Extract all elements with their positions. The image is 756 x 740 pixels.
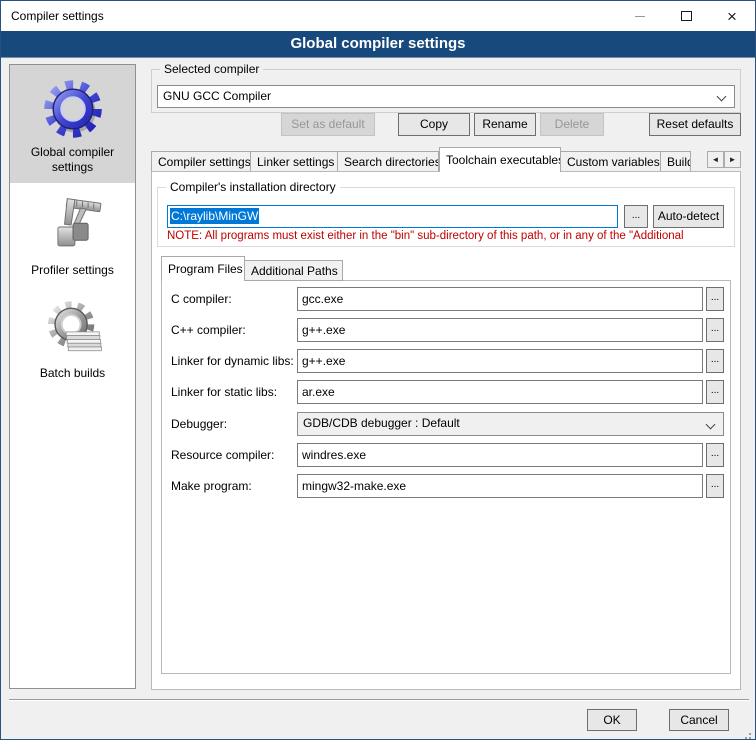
arrow-left-icon: ◄ <box>712 155 720 164</box>
sidebar-item-label: Profiler settings <box>12 263 133 278</box>
cancel-button[interactable]: Cancel <box>669 709 729 731</box>
rename-button[interactable]: Rename <box>474 113 536 136</box>
autodetect-button[interactable]: Auto-detect <box>653 205 724 228</box>
copy-button[interactable]: Copy <box>398 113 470 136</box>
set-as-default-button[interactable]: Set as default <box>281 113 375 136</box>
ok-button[interactable]: OK <box>587 709 637 731</box>
resource-compiler-input[interactable] <box>297 443 703 467</box>
sidebar-item-global-compiler-settings[interactable]: Global compiler settings <box>10 65 135 183</box>
tab-search-directories[interactable]: Search directories <box>338 151 439 172</box>
minimize-button[interactable] <box>617 1 663 31</box>
compiler-select-value: GNU GCC Compiler <box>163 89 271 103</box>
cpp-compiler-browse-button[interactable]: ... <box>706 318 724 342</box>
dynamic-linker-label: Linker for dynamic libs: <box>171 354 294 368</box>
settings-category-list: Global compiler settings Profi <box>9 64 136 689</box>
install-dir-selected-text: C:\raylib\MinGW <box>170 208 259 224</box>
static-linker-input[interactable] <box>297 380 703 404</box>
make-program-label: Make program: <box>171 479 252 493</box>
subtab-additional-paths[interactable]: Additional Paths <box>245 260 343 281</box>
debugger-select[interactable]: GDB/CDB debugger : Default <box>297 412 724 436</box>
install-dir-browse-button[interactable]: ... <box>624 205 648 228</box>
blue-gear-icon <box>39 75 107 143</box>
c-compiler-browse-button[interactable]: ... <box>706 287 724 311</box>
page-title: Global compiler settings <box>1 31 755 58</box>
tab-scroll-left-button[interactable]: ◄ <box>707 151 724 168</box>
dynamic-linker-browse-button[interactable]: ... <box>706 349 724 373</box>
sidebar-item-label: Global compiler settings <box>12 145 133 175</box>
compiler-settings-dialog: Compiler settings × Global compiler sett… <box>0 0 756 740</box>
titlebar[interactable]: Compiler settings × <box>1 1 755 31</box>
cpp-compiler-input[interactable] <box>297 318 703 342</box>
install-dir-input[interactable]: C:\raylib\MinGW <box>167 205 618 228</box>
maximize-icon <box>681 11 692 21</box>
sidebar-item-label: Batch builds <box>12 366 133 381</box>
window-title: Compiler settings <box>11 9 104 23</box>
toolchain-subtabbar: Program Files Additional Paths <box>161 256 343 281</box>
cpp-compiler-label: C++ compiler: <box>171 323 246 337</box>
make-program-input[interactable] <box>297 474 703 498</box>
resource-compiler-browse-button[interactable]: ... <box>706 443 724 467</box>
static-linker-label: Linker for static libs: <box>171 385 277 399</box>
tab-toolchain-executables[interactable]: Toolchain executables <box>439 147 561 172</box>
resize-grip[interactable] <box>749 733 751 735</box>
arrow-right-icon: ► <box>729 155 737 164</box>
debugger-label: Debugger: <box>171 417 227 431</box>
subtab-program-files[interactable]: Program Files <box>161 256 245 281</box>
close-button[interactable]: × <box>709 1 755 31</box>
chevron-down-icon <box>717 92 727 102</box>
c-compiler-input[interactable] <box>297 287 703 311</box>
static-linker-browse-button[interactable]: ... <box>706 380 724 404</box>
bin-subdirectory-note: NOTE: All programs must exist either in … <box>167 230 733 242</box>
sidebar-item-profiler-settings[interactable]: Profiler settings <box>10 183 135 286</box>
delete-button[interactable]: Delete <box>540 113 604 136</box>
maximize-button[interactable] <box>663 1 709 31</box>
make-program-browse-button[interactable]: ... <box>706 474 724 498</box>
c-compiler-label: C compiler: <box>171 292 232 306</box>
tab-custom-variables[interactable]: Custom variables <box>561 151 661 172</box>
settings-tabbar: Compiler settings Linker settings Search… <box>151 147 691 172</box>
caliper-icon <box>39 193 107 261</box>
tab-compiler-settings[interactable]: Compiler settings <box>151 151 251 172</box>
close-icon: × <box>727 8 737 25</box>
selected-compiler-group-label: Selected compiler <box>160 62 263 76</box>
resource-compiler-label: Resource compiler: <box>171 448 274 462</box>
tab-scroll-right-button[interactable]: ► <box>724 151 741 168</box>
minimize-icon <box>635 16 645 17</box>
tab-build-options[interactable]: Build options <box>661 151 691 172</box>
grey-gear-stack-icon <box>39 296 107 364</box>
reset-defaults-button[interactable]: Reset defaults <box>649 113 741 136</box>
installation-directory-group-label: Compiler's installation directory <box>166 180 340 194</box>
sidebar-item-batch-builds[interactable]: Batch builds <box>10 286 135 389</box>
debugger-select-value: GDB/CDB debugger : Default <box>303 416 460 430</box>
dynamic-linker-input[interactable] <box>297 349 703 373</box>
tab-linker-settings[interactable]: Linker settings <box>251 151 338 172</box>
footer-divider <box>9 699 749 701</box>
compiler-select[interactable]: GNU GCC Compiler <box>157 85 735 108</box>
chevron-down-icon <box>706 420 716 430</box>
